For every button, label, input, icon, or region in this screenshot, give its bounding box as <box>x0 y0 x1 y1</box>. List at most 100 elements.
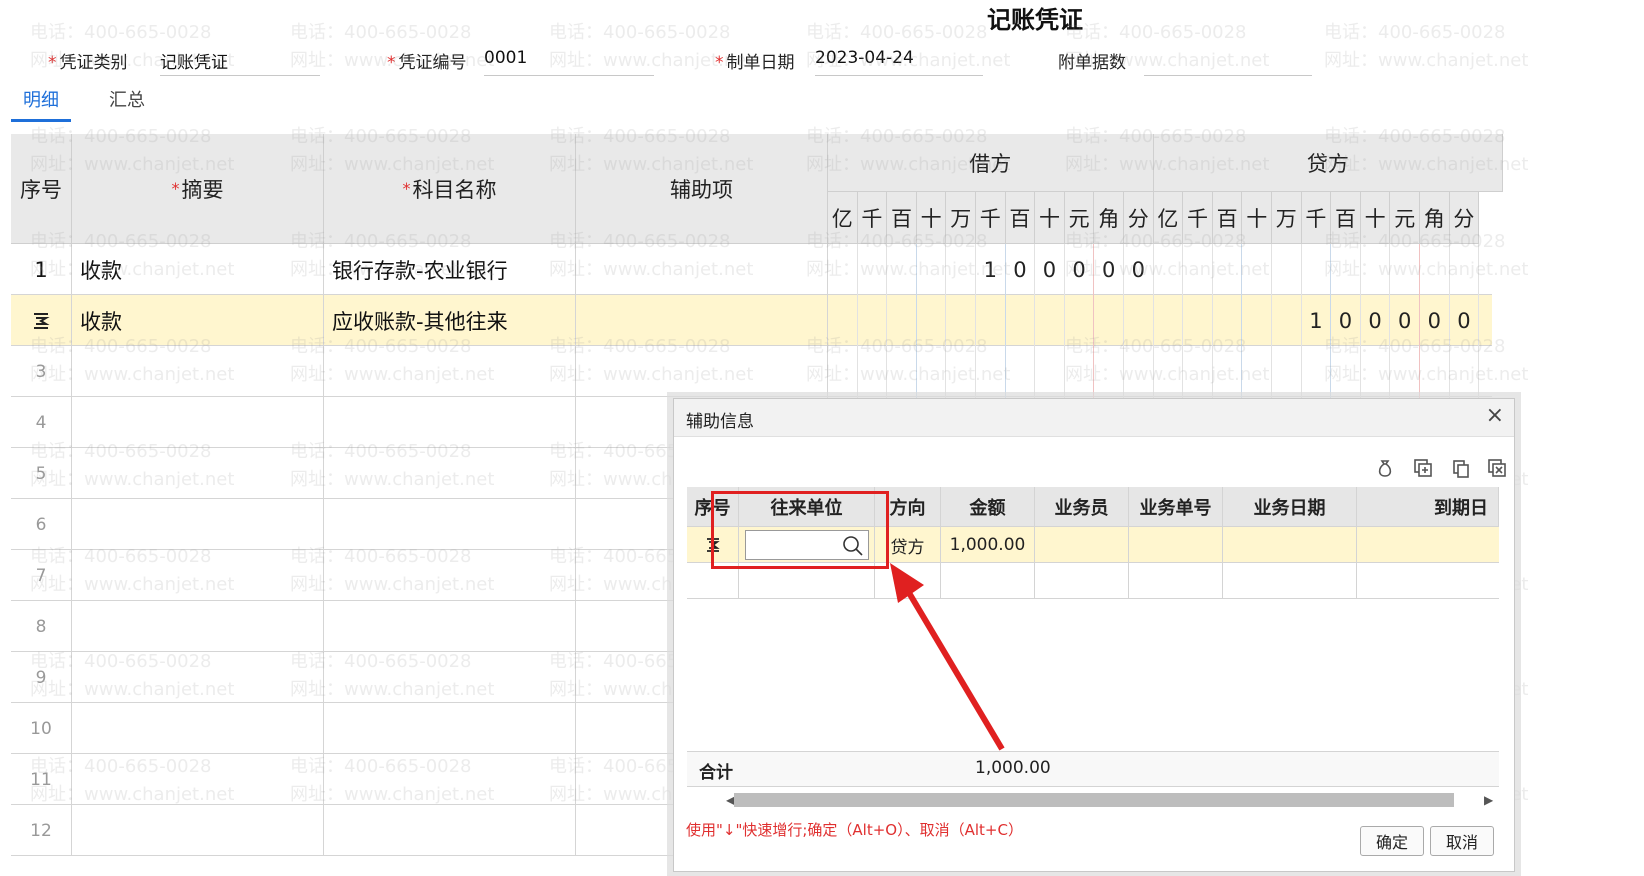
tab-detail[interactable]: 明细 <box>11 90 71 122</box>
credit-digit[interactable] <box>1154 244 1184 295</box>
debit-digit[interactable] <box>1035 295 1065 346</box>
debit-digit[interactable]: 1 <box>976 244 1006 295</box>
docdate-cell[interactable] <box>1223 527 1357 563</box>
debit-digit[interactable] <box>1006 295 1036 346</box>
credit-digit[interactable] <box>1390 346 1420 397</box>
row-seq[interactable]: 3 <box>11 346 72 397</box>
credit-digit[interactable] <box>1154 346 1184 397</box>
row-summary[interactable]: 收款 <box>72 244 324 295</box>
credit-digit[interactable] <box>1450 346 1480 397</box>
debit-digit[interactable] <box>1124 346 1154 397</box>
row-account[interactable]: 银行存款-农业银行 <box>324 244 576 295</box>
credit-digit[interactable] <box>1331 244 1361 295</box>
row-seq[interactable]: 8 <box>11 601 72 652</box>
credit-digit[interactable] <box>1420 244 1450 295</box>
credit-digit[interactable] <box>1302 346 1332 397</box>
credit-digit[interactable] <box>1183 244 1213 295</box>
debit-digit[interactable] <box>1065 295 1095 346</box>
debit-digit[interactable] <box>976 346 1006 397</box>
row-account[interactable] <box>324 346 576 397</box>
debit-digit[interactable] <box>946 346 976 397</box>
debit-digit[interactable] <box>946 244 976 295</box>
credit-digit[interactable]: 0 <box>1331 295 1361 346</box>
money-bag-icon[interactable] <box>1374 457 1396 479</box>
credit-digit[interactable] <box>1242 346 1272 397</box>
tab-summary[interactable]: 汇总 <box>109 90 145 122</box>
debit-digit[interactable] <box>917 295 947 346</box>
row-seq[interactable]: 12 <box>11 805 72 856</box>
row-summary[interactable]: 收款 <box>72 295 324 346</box>
debit-digit[interactable] <box>858 295 888 346</box>
credit-digit[interactable]: 0 <box>1390 295 1420 346</box>
debit-digit[interactable] <box>887 295 917 346</box>
debit-digit[interactable] <box>1006 346 1036 397</box>
debit-digit[interactable] <box>917 346 947 397</box>
credit-digit[interactable] <box>1183 346 1213 397</box>
credit-digit[interactable] <box>1213 295 1243 346</box>
credit-digit[interactable] <box>1331 346 1361 397</box>
row-summary[interactable] <box>72 754 324 805</box>
date-field[interactable]: 2023-04-24 <box>815 48 983 76</box>
ok-button[interactable]: 确定 <box>1360 826 1424 856</box>
debit-digit[interactable]: 0 <box>1006 244 1036 295</box>
row-seq[interactable]: 9 <box>11 652 72 703</box>
debit-digit[interactable] <box>1094 346 1124 397</box>
credit-digit[interactable] <box>1450 244 1480 295</box>
credit-digit[interactable] <box>1361 244 1391 295</box>
debit-digit[interactable] <box>1035 346 1065 397</box>
credit-digit[interactable] <box>1242 244 1272 295</box>
credit-digit[interactable] <box>1213 244 1243 295</box>
table-row[interactable]: 收款 应收账款-其他往来 1 0 0 0 0 0 <box>11 295 1492 346</box>
scroll-right-icon[interactable]: ▶ <box>1484 793 1493 807</box>
credit-digit[interactable] <box>1420 346 1450 397</box>
credit-digit[interactable]: 0 <box>1450 295 1480 346</box>
credit-digit[interactable]: 0 <box>1420 295 1450 346</box>
row-summary[interactable] <box>72 499 324 550</box>
debit-digit[interactable] <box>887 244 917 295</box>
row-seq[interactable]: 1 <box>11 244 72 295</box>
table-row[interactable]: 1 收款 银行存款-农业银行 1 0 0 0 0 0 <box>11 244 1492 295</box>
credit-digit[interactable] <box>1213 346 1243 397</box>
row-summary[interactable] <box>72 448 324 499</box>
row-seq[interactable]: 11 <box>11 754 72 805</box>
credit-digit[interactable] <box>1302 244 1332 295</box>
close-icon[interactable]: × <box>1486 403 1504 428</box>
horizontal-scrollbar[interactable] <box>734 793 1454 807</box>
row-seq[interactable]: 4 <box>11 397 72 448</box>
row-account[interactable] <box>324 703 576 754</box>
debit-digit[interactable]: 0 <box>1035 244 1065 295</box>
row-account[interactable] <box>324 754 576 805</box>
amount-cell[interactable]: 1,000.00 <box>941 527 1035 563</box>
credit-digit[interactable]: 0 <box>1361 295 1391 346</box>
row-account[interactable] <box>324 550 576 601</box>
credit-digit[interactable] <box>1242 295 1272 346</box>
row-seq[interactable] <box>11 295 72 346</box>
row-summary[interactable] <box>72 805 324 856</box>
credit-digit[interactable] <box>1390 244 1420 295</box>
docno-cell[interactable] <box>1129 527 1223 563</box>
debit-digit[interactable] <box>828 346 858 397</box>
delete-icon[interactable] <box>1486 457 1508 479</box>
number-field[interactable]: 0001 <box>484 48 654 76</box>
debit-digit[interactable]: 0 <box>1124 244 1154 295</box>
add-row-icon[interactable] <box>1412 457 1434 479</box>
row-seq[interactable]: 6 <box>11 499 72 550</box>
credit-digit[interactable]: 1 <box>1302 295 1332 346</box>
row-aux[interactable] <box>576 295 828 346</box>
debit-digit[interactable] <box>858 346 888 397</box>
duedate-cell[interactable] <box>1357 527 1499 563</box>
debit-digit[interactable] <box>917 244 947 295</box>
debit-digit[interactable] <box>946 295 976 346</box>
row-account[interactable] <box>324 652 576 703</box>
debit-digit[interactable] <box>858 244 888 295</box>
row-account[interactable] <box>324 448 576 499</box>
debit-digit[interactable]: 0 <box>1094 244 1124 295</box>
row-aux[interactable] <box>576 346 828 397</box>
row-seq[interactable]: 5 <box>11 448 72 499</box>
row-seq[interactable]: 7 <box>11 550 72 601</box>
debit-digit[interactable] <box>976 295 1006 346</box>
row-account[interactable] <box>324 499 576 550</box>
credit-digit[interactable] <box>1183 295 1213 346</box>
row-summary[interactable] <box>72 550 324 601</box>
row-account[interactable]: 应收账款-其他往来 <box>324 295 576 346</box>
